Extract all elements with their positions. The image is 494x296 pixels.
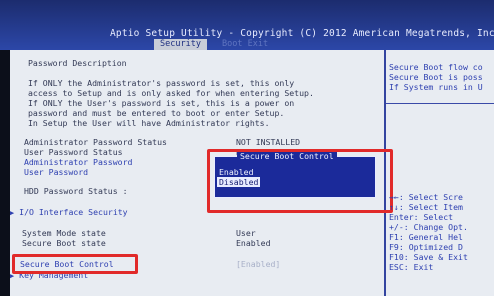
tab-boot-exit[interactable]: Boot Exit [222,39,268,50]
user-password-item[interactable]: User Password [24,167,88,177]
description-line-1: If ONLY the Administrator's password is … [28,78,295,88]
admin-status-label: Administrator Password Status [24,137,167,147]
key-hint-enter: Enter: Select [389,212,454,222]
section-title: Password Description [28,58,127,68]
key-hint-f9: F9: Optimized D [389,242,463,252]
help-line-1: Secure Boot flow co [389,62,483,72]
secure-boot-control-value: [Enabled] [236,259,281,269]
secure-boot-state-label: Secure Boot state [22,238,106,248]
description-line-2: access to Setup and is only asked for wh… [28,88,314,98]
submenu-arrow-icon: ▶ [10,209,15,217]
system-mode-value: User [236,228,256,238]
description-line-4: password and must be entered to boot or … [28,108,285,118]
io-security-item[interactable]: ▶ I/O Interface Security [10,207,128,218]
app-title: Aptio Setup Utility - Copyright (C) 2012… [110,28,494,39]
key-hint-f1: F1: General Hel [389,232,463,242]
help-line-2: Secure Boot is poss [389,72,483,82]
system-mode-label: System Mode state [22,228,106,238]
key-hint-select-screen: →←: Select Scre [389,192,463,202]
help-divider [386,103,494,104]
hdd-status-label: HDD Password Status : [24,186,128,196]
title-bar: Aptio Setup Utility - Copyright (C) 2012… [0,0,494,50]
highlight-box-secure-boot-control [12,254,138,274]
highlight-box-popup [207,149,393,213]
io-security-label: I/O Interface Security [19,207,128,217]
tab-security[interactable]: Security [154,39,207,50]
help-line-3: If System runs in U [389,82,483,92]
key-hint-select-item: ↑↓: Select Item [389,202,463,212]
secure-boot-state-value: Enabled [236,238,271,248]
user-status-label: User Password Status [24,147,123,157]
admin-status-value: NOT INSTALLED [236,137,301,147]
key-hint-change-opt: +/-: Change Opt. [389,222,468,232]
key-hint-f10: F10: Save & Exit [389,252,468,262]
key-hint-esc: ESC: Exit [389,262,434,272]
description-line-5: In Setup the User will have Administrato… [28,118,270,128]
description-line-3: If ONLY the User's password is set, this… [28,98,295,108]
admin-password-item[interactable]: Administrator Password [24,157,132,167]
